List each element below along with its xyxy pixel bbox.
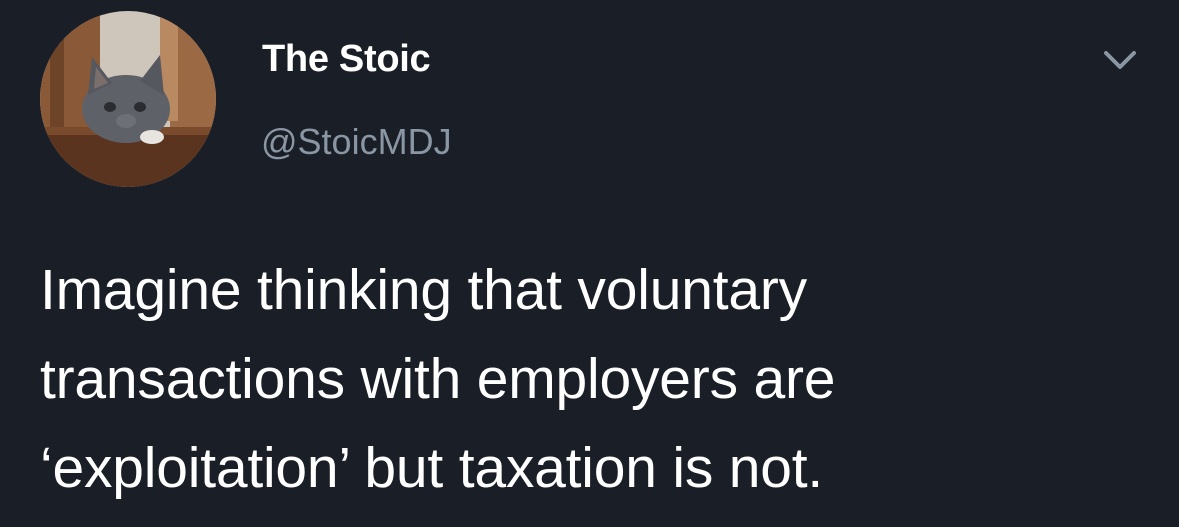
cat-avatar-image: [40, 11, 216, 187]
tweet-text: Imagine thinking that voluntary transact…: [40, 246, 1160, 513]
author-display-name[interactable]: The Stoic: [262, 38, 431, 81]
author-avatar[interactable]: [40, 11, 216, 187]
tweet-card: The Stoic @StoicMDJ Imagine thinking tha…: [0, 0, 1179, 527]
author-handle[interactable]: @StoicMDJ: [261, 121, 452, 163]
tweet-text-line: Imagine thinking that voluntary: [40, 258, 807, 322]
tweet-text-line: transactions with employers are: [40, 347, 836, 411]
chevron-down-icon[interactable]: [1096, 40, 1144, 80]
tweet-text-line: ‘exploitation’ but taxation is not.: [40, 436, 824, 500]
